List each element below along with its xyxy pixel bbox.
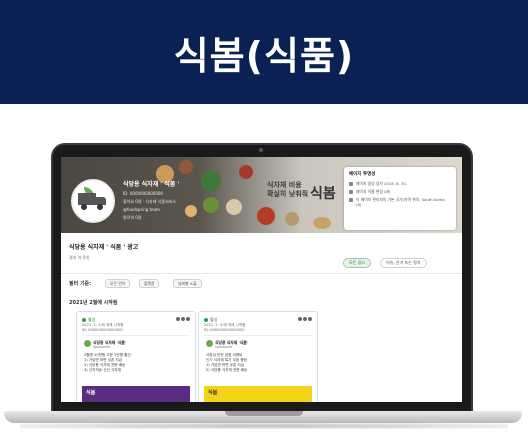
ad-image-text: 식봄 xyxy=(86,390,96,396)
section-label: 2021년 2월에 시작됨 xyxy=(69,300,118,306)
sponsored-label: Sponsored xyxy=(93,345,110,349)
title-banner: 식봄(식품) xyxy=(0,0,528,104)
sponsored-label: Sponsored xyxy=(215,345,232,349)
laptop-shadow xyxy=(20,423,508,429)
edit-icon xyxy=(349,189,353,194)
globe-icon xyxy=(349,197,353,202)
page-info-line: ID: 0000000000000 xyxy=(123,191,163,196)
page-transparency-panel: 페이지 투명성 페이지 생성 일자 2018. 8. 30. 페이지 이름 변경… xyxy=(344,167,456,230)
political-ads-button[interactable]: 이슈, 선거 또는 정치 xyxy=(380,258,427,268)
messenger-icon xyxy=(186,317,190,321)
brand-logo: 식봄 xyxy=(310,186,336,202)
ad-page-avatar xyxy=(206,340,213,347)
flag-icon xyxy=(349,181,353,186)
slogan-line: 식자재 비용 xyxy=(267,181,302,189)
transparency-row: 페이지 이름 변경 0회 xyxy=(349,189,451,194)
all-ads-button[interactable]: 모든 광고 xyxy=(343,258,371,268)
platform-icons xyxy=(298,317,312,321)
transparency-row: 페이지 생성 일자 2018. 8. 30. xyxy=(349,181,451,186)
page-name[interactable]: 식당용 식자재 ' 식봄 ' xyxy=(123,179,179,188)
facebook-icon xyxy=(176,317,180,321)
transparency-title: 페이지 투명성 xyxy=(349,172,376,177)
language-filter[interactable]: 모든 언어 xyxy=(105,279,131,288)
ad-image: 식봄 xyxy=(204,386,312,402)
messenger-icon xyxy=(308,317,312,321)
transparency-row-text: 페이지 이름 변경 0회 xyxy=(356,189,390,194)
ad-card[interactable]: 활성 2021. 2. 1.에 게재 시작함 ID: 0000000000000… xyxy=(76,311,196,402)
ad-id: ID: 000000000000000 xyxy=(82,328,123,332)
active-dot-icon xyxy=(204,318,208,322)
ad-body-line: 3) 산지직송 신선 식자재 xyxy=(84,368,121,372)
transparency-row-text: 이 페이지 관리자의 기본 국가/지역 위치: South Korea (8) xyxy=(356,197,445,207)
ad-body: 2월엔 20만원 주문 2만원 할인 1) 가입만 하면 쿠폰 지급 2) 식당… xyxy=(84,353,188,373)
result-count: 결과 약 0개 xyxy=(69,255,89,260)
instagram-icon xyxy=(181,317,185,321)
ad-body: 사장님 반찬 입점 이벤트 인기 식자재 특가 쿠폰 증정 1) 가입만 하면 … xyxy=(206,353,310,373)
ad-preview: 식당용 식자재 '식봄' Sponsored 사장님 반찬 입점 이벤트 인기 … xyxy=(204,335,312,402)
platform-icons xyxy=(176,317,190,321)
divider xyxy=(61,273,462,274)
transparency-row: 이 페이지 관리자의 기본 국가/지역 위치: South Korea (8) xyxy=(349,197,451,207)
laptop-screen: 식당용 식자재 ' 식봄 ' ID: 0000000000000 좋아요 0명 … xyxy=(61,157,462,402)
laptop-notch xyxy=(225,411,303,416)
cover-photo: 식당용 식자재 ' 식봄 ' ID: 0000000000000 좋아요 0명 … xyxy=(61,157,462,233)
filter-label: 필터 기준: xyxy=(69,281,92,287)
library-title: 식당용 식자재 ' 식봄 ' 광고 xyxy=(69,244,139,251)
date-filter[interactable]: 날짜별 노출 xyxy=(173,279,202,288)
page-avatar[interactable] xyxy=(71,179,115,223)
page-info: ID: 0000000000000 좋아요 0명 · 식자재 식품서비스 @fo… xyxy=(123,190,176,222)
instagram-icon xyxy=(303,317,307,321)
ad-card[interactable]: 활성 2021. 2. 3.에 게재 시작함 ID: 0000000000000… xyxy=(198,311,318,402)
page-info-line: 좋아요 0명 · 식자재 식품서비스 xyxy=(123,199,177,204)
transparency-row-text: 페이지 생성 일자 2018. 8. 30. xyxy=(356,181,408,186)
ad-preview: 식당용 식자재 '식봄' Sponsored 2월엔 20만원 주문 2만원 할… xyxy=(82,335,190,402)
ad-body-line: 2) 식당용 식자재 전문 배송 xyxy=(206,368,248,372)
active-dot-icon xyxy=(82,318,86,322)
banner-title: 식봄(식품) xyxy=(173,33,355,78)
truck-icon xyxy=(78,187,108,211)
ad-image: 식봄 xyxy=(82,386,190,402)
ad-id: ID: 000000000000000 xyxy=(204,328,245,332)
slogan-line: 확실히 낮춰줘 xyxy=(267,190,309,198)
ad-library-content: 식당용 식자재 ' 식봄 ' 광고 결과 약 0개 모든 광고 이슈, 선거 또… xyxy=(61,233,462,402)
cover-slogan: 식자재 비용 확실히 낮춰줘 xyxy=(267,181,308,199)
laptop-camera xyxy=(259,148,263,152)
page-info-line: @foodspring.team xyxy=(123,207,160,212)
platform-filter[interactable]: 플랫폼 xyxy=(139,279,160,288)
page-info-line: 팔로워 0명 xyxy=(123,215,142,220)
ad-image-text: 식봄 xyxy=(208,390,218,396)
facebook-icon xyxy=(298,317,302,321)
ad-page-avatar xyxy=(84,340,91,347)
